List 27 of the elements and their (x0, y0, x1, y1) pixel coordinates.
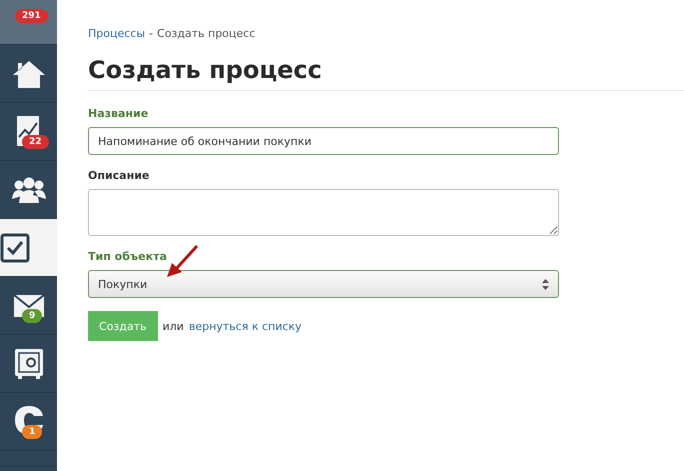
breadcrumb-current: Создать процесс (157, 27, 256, 40)
home-icon (12, 58, 46, 88)
field-label: Описание (88, 169, 150, 182)
checkbox-icon (0, 232, 30, 262)
or-text: или (162, 320, 184, 332)
input-field[interactable]: Напоминание об окончании покупки (88, 127, 559, 155)
breadcrumb-separator: - (149, 27, 154, 40)
sidebar-item[interactable]: 22 (0, 103, 57, 161)
updown-icon (542, 278, 549, 290)
select-field[interactable]: Покупки (88, 270, 559, 298)
sidebar-item[interactable]: 9 (0, 277, 57, 335)
sidebar-item[interactable]: 291 (0, 0, 57, 45)
sidebar-item[interactable] (0, 219, 57, 277)
arrow-annotation (164, 244, 200, 280)
page-title: Создать процесс (88, 56, 684, 91)
sidebar-item[interactable]: 1 (0, 393, 57, 451)
breadcrumb-link[interactable]: Процессы (88, 27, 146, 40)
count-badge: 9 (22, 309, 42, 323)
field-label: Тип объекта (88, 250, 168, 263)
field-label: Название (88, 107, 150, 120)
people-icon (10, 176, 46, 202)
back-link[interactable]: вернуться к списку (188, 320, 302, 332)
count-badge: 291 (15, 9, 48, 23)
count-badge: 22 (22, 135, 49, 149)
create-button[interactable]: Создать (88, 311, 158, 341)
safe-icon (14, 348, 44, 380)
count-badge: 1 (22, 425, 42, 439)
